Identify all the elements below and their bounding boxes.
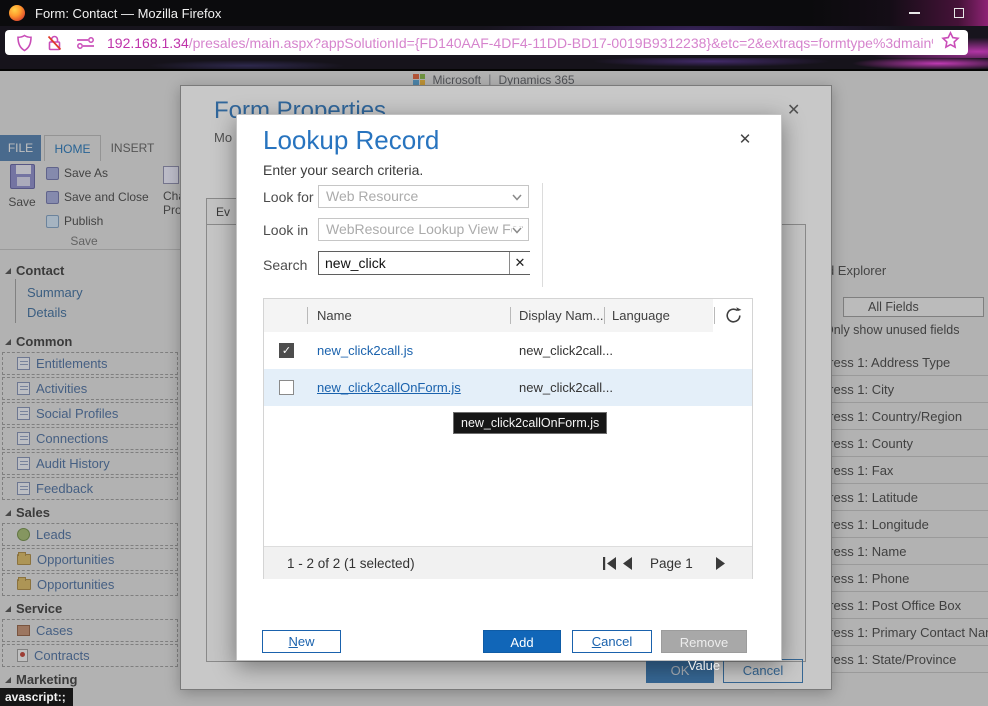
lock-disabled-icon[interactable] xyxy=(46,34,63,52)
url-domain: 192.168.1.34 xyxy=(107,35,189,51)
column-separator xyxy=(307,307,308,324)
url-path: /presales/main.aspx?appSolutionId={FD140… xyxy=(189,35,933,51)
close-icon[interactable]: ✕ xyxy=(736,130,754,148)
link-tooltip: new_click2callOnForm.js xyxy=(453,412,607,434)
remove-value-button[interactable]: Remove Value xyxy=(661,630,747,653)
chevron-down-icon xyxy=(512,194,522,201)
refresh-icon[interactable] xyxy=(723,305,744,331)
shield-icon[interactable] xyxy=(16,34,33,52)
row-checkbox-unchecked[interactable] xyxy=(279,380,294,395)
look-for-select[interactable]: Web Resource xyxy=(318,185,529,208)
clear-search-icon[interactable]: ✕ xyxy=(509,252,530,274)
column-display-name[interactable]: Display Nam... xyxy=(519,308,604,323)
add-button[interactable]: Add xyxy=(483,630,561,653)
column-name[interactable]: Name xyxy=(317,308,352,323)
look-for-label: Look for xyxy=(263,189,314,205)
lookup-dialog-subtitle: Enter your search criteria. xyxy=(263,162,423,178)
search-label: Search xyxy=(263,257,307,273)
column-language[interactable]: Language xyxy=(612,308,670,323)
maximize-button[interactable] xyxy=(954,8,964,18)
previous-page-icon[interactable] xyxy=(621,556,634,576)
chevron-down-icon xyxy=(512,227,522,234)
webresource-link[interactable]: new_click2call.js xyxy=(317,343,413,358)
look-in-label: Look in xyxy=(263,222,308,238)
form-divider xyxy=(542,183,543,287)
column-separator xyxy=(714,307,715,324)
status-bar-link-preview: avascript:; xyxy=(0,688,73,706)
window-title: Form: Contact — Mozilla Firefox xyxy=(35,6,221,21)
first-page-icon[interactable] xyxy=(601,556,618,576)
result-row-1[interactable]: ✓ new_click2call.js new_click2call... xyxy=(264,332,752,369)
result-row-2[interactable]: new_click2callOnForm.js new_click2call..… xyxy=(264,369,752,406)
webresource-link[interactable]: new_click2callOnForm.js xyxy=(317,380,461,395)
minimize-button[interactable] xyxy=(909,12,920,14)
browser-titlebar: Form: Contact — Mozilla Firefox xyxy=(0,0,988,26)
permissions-icon[interactable] xyxy=(76,37,95,49)
grid-footer: 1 - 2 of 2 (1 selected) Page 1 xyxy=(264,546,752,579)
search-input[interactable] xyxy=(318,251,530,275)
look-in-select[interactable]: WebResource Lookup View For xyxy=(318,218,529,241)
lookup-record-dialog: Lookup Record Enter your search criteria… xyxy=(236,114,782,661)
page-indicator: Page 1 xyxy=(650,556,693,571)
bookmark-star-icon[interactable] xyxy=(941,31,960,55)
column-separator xyxy=(510,307,511,324)
address-url[interactable]: 192.168.1.34/presales/main.aspx?appSolut… xyxy=(107,35,933,51)
new-button[interactable]: New xyxy=(262,630,341,653)
next-page-icon[interactable] xyxy=(714,556,727,576)
row-checkbox-checked[interactable]: ✓ xyxy=(279,343,294,358)
look-in-value: WebResource Lookup View For xyxy=(326,221,523,237)
url-bar[interactable]: 192.168.1.34/presales/main.aspx?appSolut… xyxy=(5,30,968,55)
results-grid: Name Display Nam... Language ✓ new_click… xyxy=(263,298,753,579)
browser-navbar: 192.168.1.34/presales/main.aspx?appSolut… xyxy=(0,26,988,58)
display-name-cell: new_click2call... xyxy=(519,343,613,358)
look-for-value: Web Resource xyxy=(326,188,418,204)
theme-art-strip xyxy=(0,58,988,71)
lookup-dialog-title: Lookup Record xyxy=(263,125,439,156)
column-separator xyxy=(604,307,605,324)
display-name-cell: new_click2call... xyxy=(519,380,613,395)
record-count-summary: 1 - 2 of 2 (1 selected) xyxy=(287,556,415,571)
firefox-icon xyxy=(9,5,25,21)
cancel-button[interactable]: Cancel xyxy=(572,630,652,653)
firefox-window: Form: Contact — Mozilla Firefox 192.168.… xyxy=(0,0,988,706)
